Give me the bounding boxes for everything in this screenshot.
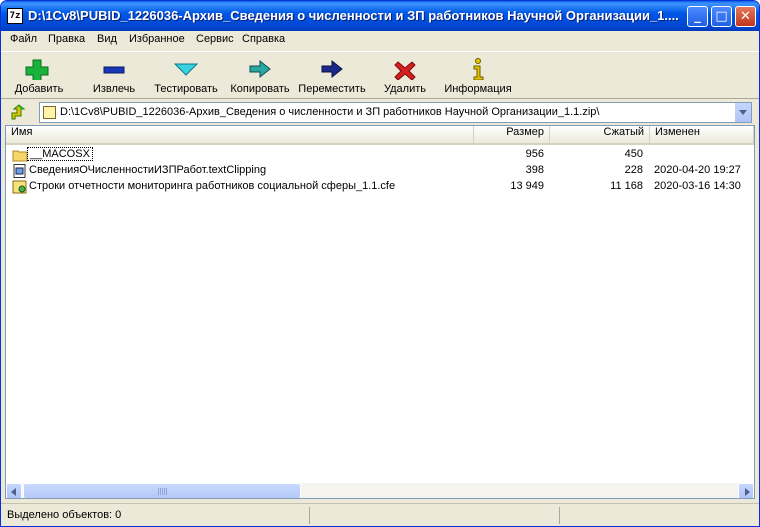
- title-bar[interactable]: 7z D:\1Cv8\PUBID_1226036-Архив_Сведения …: [1, 1, 759, 31]
- close-button[interactable]: ✕: [735, 6, 756, 27]
- list-item[interactable]: __MACOSX 956 450: [6, 147, 754, 163]
- list-header: Имя Размер Сжатый Изменен: [6, 126, 754, 145]
- menu-help[interactable]: Справка: [242, 33, 285, 45]
- check-icon: [173, 63, 199, 76]
- column-header-modified[interactable]: Изменен: [650, 126, 754, 145]
- menu-file[interactable]: Файл: [10, 33, 37, 45]
- add-label: Добавить: [14, 83, 64, 95]
- minus-icon: [103, 66, 125, 74]
- menu-tools[interactable]: Сервис: [196, 33, 234, 45]
- folder-icon: [12, 150, 28, 162]
- selected-count: Выделено объектов: 0: [7, 509, 122, 521]
- file-modified: 2020-04-20 19:27: [654, 164, 741, 176]
- address-bar: D:\1Cv8\PUBID_1226036-Архив_Сведения о ч…: [1, 100, 759, 125]
- window-title: D:\1Cv8\PUBID_1226036-Архив_Сведения о ч…: [28, 8, 679, 23]
- scroll-thumb[interactable]: [23, 483, 301, 498]
- address-dropdown-button[interactable]: [734, 103, 751, 122]
- extract-button[interactable]: Извлечь: [76, 54, 152, 98]
- file-name: __MACOSX: [27, 147, 93, 161]
- scroll-right-button[interactable]: [738, 483, 754, 498]
- archive-icon: [43, 106, 56, 119]
- column-header-name[interactable]: Имя: [6, 126, 474, 145]
- horizontal-scrollbar[interactable]: [6, 483, 754, 498]
- extract-label: Извлечь: [92, 83, 136, 95]
- delete-x-icon: [394, 61, 416, 80]
- list-item[interactable]: Строки отчетности мониторинга работников…: [6, 179, 754, 195]
- test-label: Тестировать: [154, 83, 218, 95]
- close-icon: ✕: [740, 9, 751, 24]
- config-file-icon: [12, 180, 27, 194]
- file-packed: 450: [624, 148, 643, 160]
- file-name: Строки отчетности мониторинга работников…: [29, 180, 396, 192]
- info-button[interactable]: Информация: [440, 54, 516, 98]
- toolbar: Добавить Извлечь Тестировать Копировать …: [1, 51, 759, 99]
- file-size: 956: [525, 148, 544, 160]
- status-divider: [309, 507, 310, 524]
- app-window: 7z D:\1Cv8\PUBID_1226036-Архив_Сведения …: [0, 0, 760, 527]
- minimize-icon: _: [694, 9, 701, 24]
- minimize-button[interactable]: _: [687, 6, 708, 27]
- address-path: D:\1Cv8\PUBID_1226036-Архив_Сведения о ч…: [60, 106, 600, 118]
- menu-edit[interactable]: Правка: [48, 33, 85, 45]
- file-packed: 228: [624, 164, 643, 176]
- copy-button[interactable]: Копировать: [222, 54, 298, 98]
- delete-button[interactable]: Удалить: [367, 54, 443, 98]
- move-button[interactable]: Переместить: [294, 54, 370, 98]
- menu-favorites[interactable]: Избранное: [129, 33, 185, 45]
- document-icon: [13, 164, 26, 178]
- address-combobox[interactable]: D:\1Cv8\PUBID_1226036-Архив_Сведения о ч…: [39, 102, 752, 123]
- column-header-packed[interactable]: Сжатый: [550, 126, 650, 145]
- menu-view[interactable]: Вид: [97, 33, 117, 45]
- list-item[interactable]: СведенияОЧисленностиИЗПРабот.textClippin…: [6, 163, 754, 179]
- status-bar: Выделено объектов: 0: [1, 503, 759, 526]
- test-button[interactable]: Тестировать: [148, 54, 224, 98]
- maximize-icon: □: [715, 9, 728, 24]
- scroll-left-button[interactable]: [6, 483, 22, 498]
- copy-arrow-icon: [249, 59, 271, 79]
- status-divider: [559, 507, 560, 524]
- up-folder-icon[interactable]: [9, 104, 27, 122]
- column-header-size[interactable]: Размер: [474, 126, 550, 145]
- file-size: 13 949: [510, 180, 544, 192]
- copy-label: Копировать: [230, 83, 290, 95]
- file-size: 398: [525, 164, 544, 176]
- file-modified: 2020-03-16 14:30: [654, 180, 741, 192]
- plus-icon: [25, 59, 49, 80]
- file-list[interactable]: Имя Размер Сжатый Изменен __MACOSX 956 4…: [5, 125, 755, 499]
- grip-icon: [158, 488, 168, 495]
- delete-label: Удалить: [384, 83, 426, 95]
- move-label: Переместить: [298, 83, 366, 95]
- maximize-button[interactable]: □: [711, 6, 732, 27]
- add-button[interactable]: Добавить: [1, 54, 77, 98]
- file-name: СведенияОЧисленностиИЗПРабот.textClippin…: [29, 164, 267, 176]
- move-arrow-icon: [321, 59, 343, 79]
- file-packed: 11 168: [610, 180, 643, 192]
- 7zip-app-icon: 7z: [7, 8, 23, 24]
- info-label: Информация: [444, 83, 512, 95]
- menu-bar: Файл Правка Вид Избранное Сервис Справка: [1, 31, 759, 50]
- info-icon: [473, 58, 484, 80]
